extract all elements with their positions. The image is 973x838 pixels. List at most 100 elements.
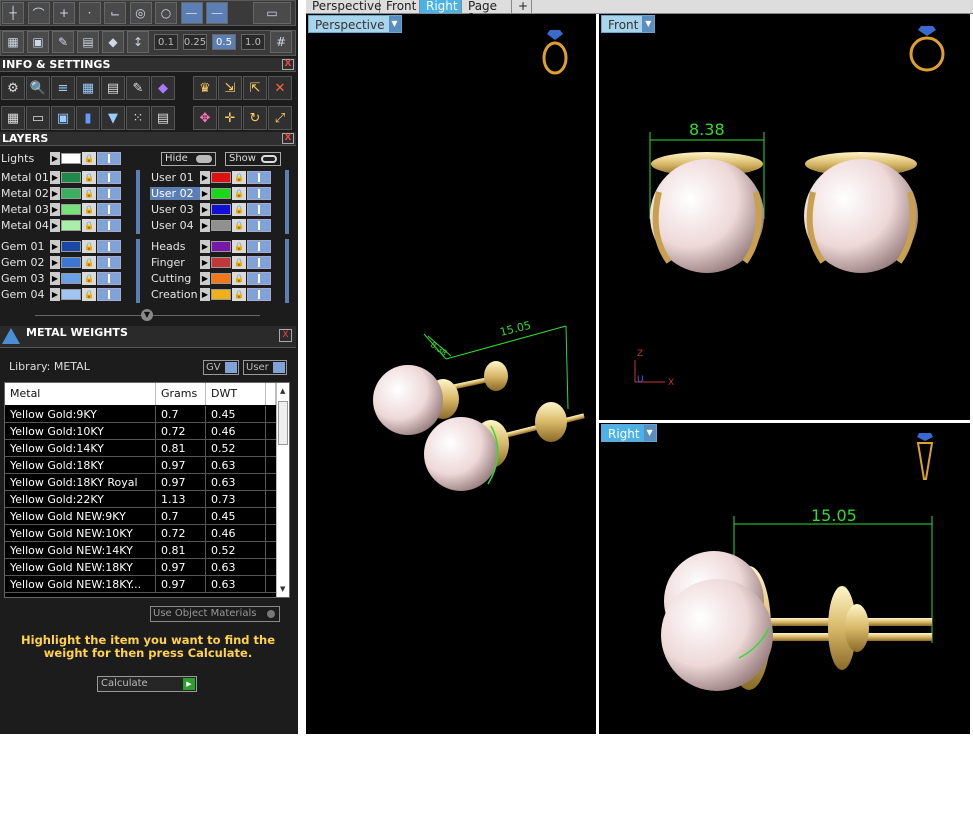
- layer-color-swatch[interactable]: [211, 220, 231, 231]
- lock-icon[interactable]: 🔒: [232, 240, 246, 253]
- perspective-viewport[interactable]: Perspective ▼ 15.05 8.38: [306, 14, 596, 734]
- table-row[interactable]: Yellow Gold:18KY 0.97 0.63: [5, 457, 276, 474]
- layer-row[interactable]: Metal 03 ▶ 🔒: [0, 202, 121, 217]
- table-row[interactable]: Yellow Gold:14KY 0.81 0.52: [5, 440, 276, 457]
- visibility-toggle[interactable]: [247, 240, 271, 253]
- play-icon[interactable]: ▶: [200, 171, 210, 184]
- visibility-toggle[interactable]: [97, 288, 121, 301]
- diamond-icon[interactable]: ◆: [102, 31, 124, 53]
- scroll-up-icon[interactable]: ▲: [280, 387, 285, 395]
- show-button[interactable]: Show: [225, 152, 281, 166]
- layer-color-swatch[interactable]: [61, 204, 81, 215]
- transform-icon[interactable]: ✥: [193, 106, 217, 130]
- layer-name[interactable]: Metal 04: [0, 219, 50, 232]
- layer-row[interactable]: Metal 04 ▶ 🔒: [0, 218, 121, 233]
- layer-color-swatch[interactable]: [61, 220, 81, 231]
- lock-icon[interactable]: 🔒: [82, 187, 96, 200]
- lock-icon[interactable]: 🔒: [232, 288, 246, 301]
- layer-row[interactable]: User 04 ▶ 🔒: [150, 218, 271, 233]
- play-icon[interactable]: ▶: [200, 219, 210, 232]
- circle-icon[interactable]: ○: [155, 2, 177, 24]
- layer-name[interactable]: Metal 03: [0, 203, 50, 216]
- user-toggle[interactable]: User: [243, 360, 287, 375]
- lock-icon[interactable]: 🔒: [82, 240, 96, 253]
- layer-name[interactable]: Metal 02: [0, 187, 50, 200]
- column-header-grams[interactable]: Grams: [156, 383, 206, 405]
- table-row[interactable]: Yellow Gold:18KY Royal 0.97 0.63: [5, 474, 276, 491]
- layer-color-swatch[interactable]: [61, 289, 81, 300]
- layer-row[interactable]: Metal 02 ▶ 🔒: [0, 186, 121, 201]
- move-icon[interactable]: ✛: [218, 106, 242, 130]
- layer-row[interactable]: Metal 01 ▶ 🔒: [0, 170, 121, 185]
- visibility-toggle[interactable]: [247, 219, 271, 232]
- layer-row[interactable]: Gem 02 ▶ 🔒: [0, 255, 121, 270]
- layer-row[interactable]: User 01 ▶ 🔒: [150, 170, 271, 185]
- document-icon[interactable]: ▤: [101, 76, 125, 100]
- visibility-toggle[interactable]: [97, 240, 121, 253]
- layer-name[interactable]: Finger: [150, 256, 200, 269]
- table-row[interactable]: Yellow Gold NEW:9KY 0.7 0.45: [5, 508, 276, 525]
- layer-name[interactable]: Gem 04: [0, 288, 50, 301]
- snap-value-button[interactable]: 0.1: [154, 34, 178, 50]
- metal-weights-close-button[interactable]: X: [279, 329, 292, 342]
- export-icon[interactable]: ⇱: [243, 76, 267, 100]
- visibility-toggle[interactable]: [247, 203, 271, 216]
- tab-front[interactable]: Front: [380, 0, 420, 13]
- layer-row[interactable]: Gem 03 ▶ 🔒: [0, 271, 121, 286]
- expand-icon[interactable]: ▼: [141, 309, 153, 321]
- visibility-toggle[interactable]: [97, 187, 121, 200]
- layer-row[interactable]: Cutting ▶ 🔒: [150, 271, 271, 286]
- play-icon[interactable]: ▶: [50, 288, 60, 301]
- play-icon[interactable]: ▶: [50, 272, 60, 285]
- lock-icon[interactable]: 🔒: [232, 203, 246, 216]
- target-icon[interactable]: ◎: [129, 2, 152, 24]
- gv-toggle[interactable]: GV: [203, 360, 239, 375]
- table-row[interactable]: Yellow Gold NEW:14KY 0.81 0.52: [5, 542, 276, 559]
- tab-page-1[interactable]: Page 1: [462, 0, 512, 24]
- settings-icon[interactable]: ⚙: [1, 76, 25, 100]
- table-row[interactable]: Yellow Gold NEW:18KY 0.97 0.63: [5, 559, 276, 576]
- trophy-icon[interactable]: ♛: [193, 76, 217, 100]
- cross-icon[interactable]: +: [53, 2, 75, 24]
- line-icon[interactable]: —: [206, 2, 228, 24]
- layer-color-swatch[interactable]: [61, 172, 81, 183]
- play-icon[interactable]: ▶: [50, 171, 60, 184]
- layer-name[interactable]: Metal 01: [0, 171, 50, 184]
- table-row[interactable]: Yellow Gold:9KY 0.7 0.45: [5, 406, 276, 423]
- filter-icon[interactable]: ▼: [101, 106, 125, 130]
- layer-name[interactable]: User 02: [150, 187, 200, 200]
- lock-icon[interactable]: 🔒: [82, 203, 96, 216]
- windows-icon[interactable]: ▦: [1, 106, 25, 130]
- layer-name[interactable]: User 01: [150, 171, 200, 184]
- layer-name[interactable]: Gem 03: [0, 272, 50, 285]
- scale-icon[interactable]: ⤢: [268, 106, 292, 130]
- play-icon[interactable]: ▶: [50, 240, 60, 253]
- layer-name[interactable]: User 04: [150, 219, 200, 232]
- tab-perspective[interactable]: Perspective: [306, 0, 382, 13]
- node-icon[interactable]: ⌙: [104, 2, 126, 24]
- cube-icon[interactable]: ▣: [27, 31, 49, 53]
- lock-icon[interactable]: 🔒: [82, 272, 96, 285]
- snap-value-button[interactable]: 0.5: [212, 34, 236, 50]
- layer-color-swatch[interactable]: [61, 188, 81, 199]
- layer-color-swatch[interactable]: [61, 273, 81, 284]
- snap-value-button[interactable]: 0.25: [183, 34, 207, 50]
- layer-color-swatch[interactable]: [211, 241, 231, 252]
- play-icon[interactable]: ▶: [200, 272, 210, 285]
- table-scrollbar[interactable]: ▲ ▼: [276, 383, 289, 597]
- visibility-toggle[interactable]: [247, 171, 271, 184]
- table-row[interactable]: Yellow Gold NEW:10KY 0.72 0.46: [5, 525, 276, 542]
- delete-icon[interactable]: ✕: [268, 76, 292, 100]
- lock-icon[interactable]: 🔒: [82, 288, 96, 301]
- edit-icon[interactable]: ✎: [126, 76, 150, 100]
- monitor-icon[interactable]: ▭: [26, 106, 50, 130]
- line-icon[interactable]: —: [180, 2, 203, 24]
- visibility-toggle[interactable]: [247, 288, 271, 301]
- tab-add[interactable]: +: [512, 0, 532, 13]
- hatch-icon[interactable]: ▤: [77, 31, 99, 53]
- book-icon[interactable]: ▮: [76, 106, 100, 130]
- lock-icon[interactable]: 🔒: [82, 152, 96, 165]
- rotate-icon[interactable]: ↻: [243, 106, 267, 130]
- lock-icon[interactable]: 🔒: [232, 256, 246, 269]
- tab-right[interactable]: Right: [420, 0, 462, 13]
